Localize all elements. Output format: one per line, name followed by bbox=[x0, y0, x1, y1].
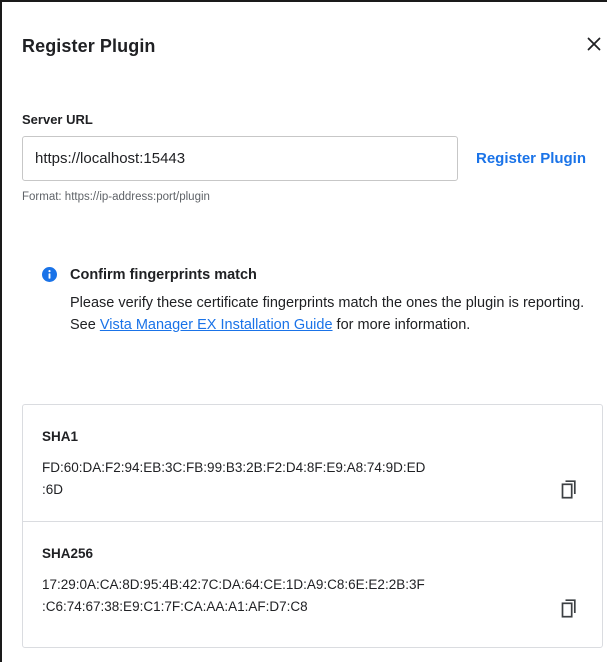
close-button[interactable] bbox=[583, 33, 605, 55]
fingerprint-value-line: FD:60:DA:F2:94:EB:3C:FB:99:B3:2B:F2:D4:8… bbox=[42, 460, 426, 475]
copy-icon bbox=[561, 479, 576, 499]
fingerprint-value: 17:29:0A:CA:8D:95:4B:42:7C:DA:64:CE:1D:A… bbox=[42, 574, 522, 618]
fingerprint-value-line: 17:29:0A:CA:8D:95:4B:42:7C:DA:64:CE:1D:A… bbox=[42, 577, 425, 592]
copy-icon bbox=[561, 598, 576, 618]
fingerprints-card: SHA1 FD:60:DA:F2:94:EB:3C:FB:99:B3:2B:F2… bbox=[22, 404, 603, 648]
close-icon bbox=[587, 37, 601, 51]
copy-sha1-button[interactable] bbox=[559, 478, 579, 500]
notice-body-text-end: for more information. bbox=[332, 317, 471, 333]
copy-sha256-button[interactable] bbox=[559, 597, 579, 619]
notice-title: Confirm fingerprints match bbox=[70, 267, 257, 283]
dialog-header: Register Plugin bbox=[22, 36, 607, 58]
fingerprint-value: FD:60:DA:F2:94:EB:3C:FB:99:B3:2B:F2:D4:8… bbox=[42, 457, 522, 501]
server-url-input[interactable] bbox=[22, 136, 458, 181]
fingerprint-value-line: :C6:74:67:38:E9:C1:7F:CA:AA:A1:AF:D7:C8 bbox=[42, 599, 308, 614]
info-icon bbox=[42, 267, 57, 282]
fingerprint-name: SHA1 bbox=[42, 429, 79, 444]
notice-body: Please verify these certificate fingerpr… bbox=[70, 292, 590, 336]
format-hint: Format: https://ip-address:port/plugin bbox=[22, 191, 210, 203]
register-plugin-dialog: Register Plugin Server URL Register Plug… bbox=[0, 0, 607, 662]
fingerprint-name: SHA256 bbox=[42, 546, 94, 561]
fingerprint-row-sha1: SHA1 FD:60:DA:F2:94:EB:3C:FB:99:B3:2B:F2… bbox=[23, 405, 602, 522]
dialog-title: Register Plugin bbox=[22, 36, 156, 56]
fingerprint-row-sha256: SHA256 17:29:0A:CA:8D:95:4B:42:7C:DA:64:… bbox=[23, 522, 602, 649]
register-plugin-button[interactable]: Register Plugin bbox=[476, 150, 586, 167]
fingerprint-value-line: :6D bbox=[42, 482, 64, 497]
server-url-label: Server URL bbox=[22, 112, 93, 127]
installation-guide-link[interactable]: Vista Manager EX Installation Guide bbox=[100, 317, 333, 333]
